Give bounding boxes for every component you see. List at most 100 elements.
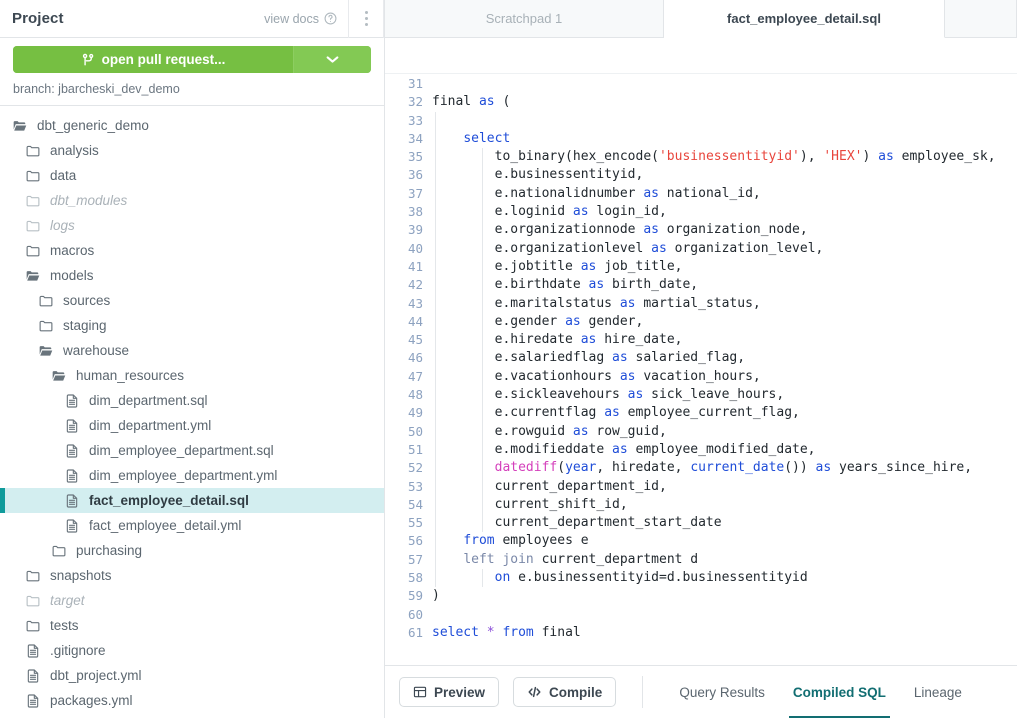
tree-folder-item[interactable]: snapshots [0,563,384,588]
indent-guide [435,569,436,587]
code-text[interactable]: e.currentflag as employee_current_flag, [432,404,1017,422]
tree-folder-item[interactable]: data [0,163,384,188]
indent-guide [482,459,483,477]
tab-lineage[interactable]: Lineage [900,666,976,718]
tree-folder-item[interactable]: target [0,588,384,613]
tree-folder-item[interactable]: sources [0,288,384,313]
code-token: birth_date, [604,277,698,292]
code-text[interactable]: left join current_department d [432,551,1017,569]
file-icon [64,393,80,409]
tab-query-results[interactable]: Query Results [665,666,779,718]
code-text[interactable]: current_shift_id, [432,496,1017,514]
code-text[interactable] [432,112,1017,130]
tree-file-item[interactable]: dim_department.yml [0,413,384,438]
code-text[interactable]: ) [432,587,1017,605]
line-number: 56 [385,532,432,550]
code-text[interactable]: e.modifieddate as employee_modified_date… [432,441,1017,459]
tree-file-item[interactable]: .gitignore [0,638,384,663]
code-token: employee_sk, [894,149,996,164]
code-text[interactable]: e.vacationhours as vacation_hours, [432,368,1017,386]
tab-empty-slot[interactable] [945,0,1017,38]
tab-scratchpad-1[interactable]: Scratchpad 1 [385,0,664,38]
tree-folder-item[interactable]: warehouse [0,338,384,363]
pull-request-main[interactable]: open pull request... [13,46,293,73]
code-text[interactable]: e.organizationnode as organization_node, [432,221,1017,239]
tree-folder-item[interactable]: staging [0,313,384,338]
code-text[interactable]: on e.businessentityid=d.businessentityid [432,569,1017,587]
tree-folder-item[interactable]: logs [0,213,384,238]
code-text[interactable]: e.hiredate as hire_date, [432,331,1017,349]
compile-button[interactable]: Compile [513,677,616,707]
code-text[interactable]: select [432,130,1017,148]
tree-folder-item[interactable]: macros [0,238,384,263]
code-token: e.hiredate [432,332,581,347]
tree-folder-item[interactable]: analysis [0,138,384,163]
tree-folder-item[interactable]: tests [0,613,384,638]
code-text[interactable]: e.rowguid as row_guid, [432,423,1017,441]
folder-open-icon [12,118,28,134]
code-text[interactable]: current_department_start_date [432,514,1017,532]
code-token: organization_node, [659,222,808,237]
code-token: e.gender [432,314,565,329]
view-docs-link[interactable]: view docs [264,12,348,26]
tree-file-item[interactable]: packages.yml [0,688,384,713]
tree-folder-item[interactable]: models [0,263,384,288]
code-text[interactable]: datediff(year, hiredate, current_date())… [432,459,1017,477]
code-text[interactable]: e.sickleavehours as sick_leave_hours, [432,386,1017,404]
indent-guide [435,532,436,550]
code-text[interactable]: e.jobtitle as job_title, [432,258,1017,276]
code-line: 56 from employees e [385,532,1017,550]
editor-tabbar[interactable]: Scratchpad 1 fact_employee_detail.sql [385,0,1017,38]
code-text[interactable]: final as ( [432,93,1017,111]
code-token: as [573,204,589,219]
tree-file-item[interactable]: dim_employee_department.yml [0,463,384,488]
tree-file-item[interactable]: dbt_project.yml [0,663,384,688]
tree-file-item[interactable]: dim_employee_department.sql [0,438,384,463]
code-text[interactable]: current_department_id, [432,478,1017,496]
indent-guide [435,349,436,367]
indent-guide [435,441,436,459]
code-token: left join [463,552,533,567]
open-pull-request-button[interactable]: open pull request... [13,46,371,73]
code-text[interactable]: select * from final [432,624,1017,642]
code-text[interactable]: e.loginid as login_id, [432,203,1017,221]
code-text[interactable] [432,75,1017,93]
indent-guide [482,221,483,239]
tab-compiled-sql[interactable]: Compiled SQL [779,666,900,718]
code-text[interactable] [432,606,1017,624]
line-number: 55 [385,514,432,532]
tree-folder-item[interactable]: purchasing [0,538,384,563]
code-token: as [643,222,659,237]
result-tabs[interactable]: Query Results Compiled SQL Lineage [665,666,976,718]
tree-folder-item[interactable]: human_resources [0,363,384,388]
code-token: e.nationalidnumber [432,186,643,201]
file-tree[interactable]: dbt_generic_demoanalysisdatadbt_modulesl… [0,106,384,718]
code-text[interactable]: e.maritalstatus as martial_status, [432,295,1017,313]
indent-guide [482,276,483,294]
tree-folder-item[interactable]: dbt_generic_demo [0,113,384,138]
tree-folder-item[interactable]: dbt_modules [0,188,384,213]
code-token: as [651,241,667,256]
tree-item-label: dim_department.sql [89,393,208,408]
tab-fact-employee-detail-sql[interactable]: fact_employee_detail.sql [664,0,945,38]
code-token: on [495,570,511,585]
code-text[interactable]: e.salariedflag as salaried_flag, [432,349,1017,367]
tree-file-item[interactable]: fact_employee_detail.sql [0,488,384,513]
line-number: 60 [385,606,432,624]
preview-button[interactable]: Preview [399,677,499,707]
table-grid-icon [413,685,427,699]
tree-file-item[interactable]: dim_department.sql [0,388,384,413]
code-text[interactable]: e.nationalidnumber as national_id, [432,185,1017,203]
code-text[interactable]: e.gender as gender, [432,313,1017,331]
more-vertical-icon[interactable] [348,0,384,38]
tree-item-label: tests [50,618,79,633]
code-text[interactable]: from employees e [432,532,1017,550]
indent-guide [435,130,436,148]
tree-file-item[interactable]: fact_employee_detail.yml [0,513,384,538]
code-text[interactable]: e.birthdate as birth_date, [432,276,1017,294]
code-text[interactable]: to_binary(hex_encode('businessentityid')… [432,148,1017,166]
sql-code-editor[interactable]: 3132final as (3334 select35 to_binary(he… [385,74,1017,665]
code-text[interactable]: e.businessentityid, [432,166,1017,184]
pull-request-dropdown-toggle[interactable] [293,46,371,73]
code-text[interactable]: e.organizationlevel as organization_leve… [432,240,1017,258]
